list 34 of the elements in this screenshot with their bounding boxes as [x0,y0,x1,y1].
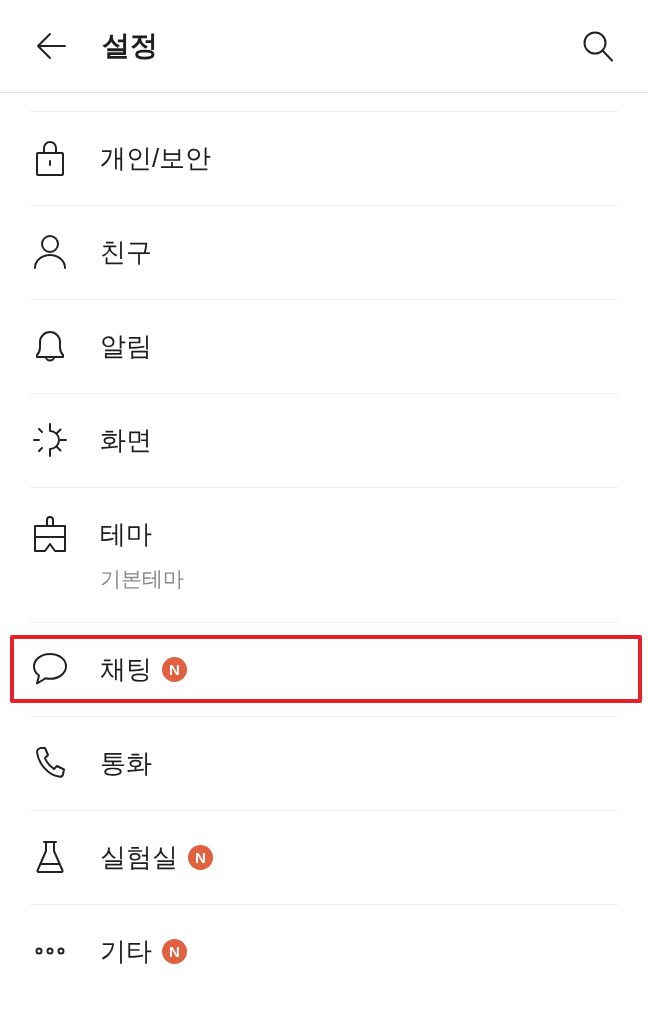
settings-item[interactable]: 개인/보안 [0,112,648,205]
more-icon [35,947,65,955]
new-badge: N [162,938,187,964]
settings-item[interactable]: 테마 기본테마 [0,488,648,622]
settings-item[interactable]: 친구 [0,206,648,299]
back-arrow-icon [36,32,66,60]
item-label: 친구 [100,236,152,269]
settings-item[interactable]: 채팅 N [0,623,648,716]
item-label: 알림 [100,330,152,363]
page-title: 설정 [102,29,158,63]
lock-icon [36,140,64,176]
settings-item[interactable]: 화면 [0,394,648,487]
settings-item[interactable]: 알림 [0,300,648,393]
item-label: 채팅 [100,653,152,686]
sun-icon [32,422,68,458]
item-label: 테마 [100,518,152,551]
phone-icon [34,746,66,780]
item-label: 통화 [100,747,152,780]
flask-icon [35,840,65,874]
item-label: 기타 [100,935,152,968]
person-icon [34,235,66,269]
item-subtitle: 기본테마 [100,566,184,592]
search-icon [583,30,613,62]
settings-item[interactable]: 실험실 N [0,811,648,904]
new-badge: N [188,844,213,870]
item-label: 실험실 [100,841,178,874]
bell-icon [35,329,65,363]
settings-item[interactable]: 통화 [0,717,648,810]
chat-bubble-icon [32,652,68,686]
item-label: 화면 [100,424,152,457]
item-label: 개인/보안 [100,142,212,175]
settings-item[interactable]: 기타 N [0,905,648,998]
new-badge: N [162,656,187,682]
paint-brush-icon [34,516,66,552]
